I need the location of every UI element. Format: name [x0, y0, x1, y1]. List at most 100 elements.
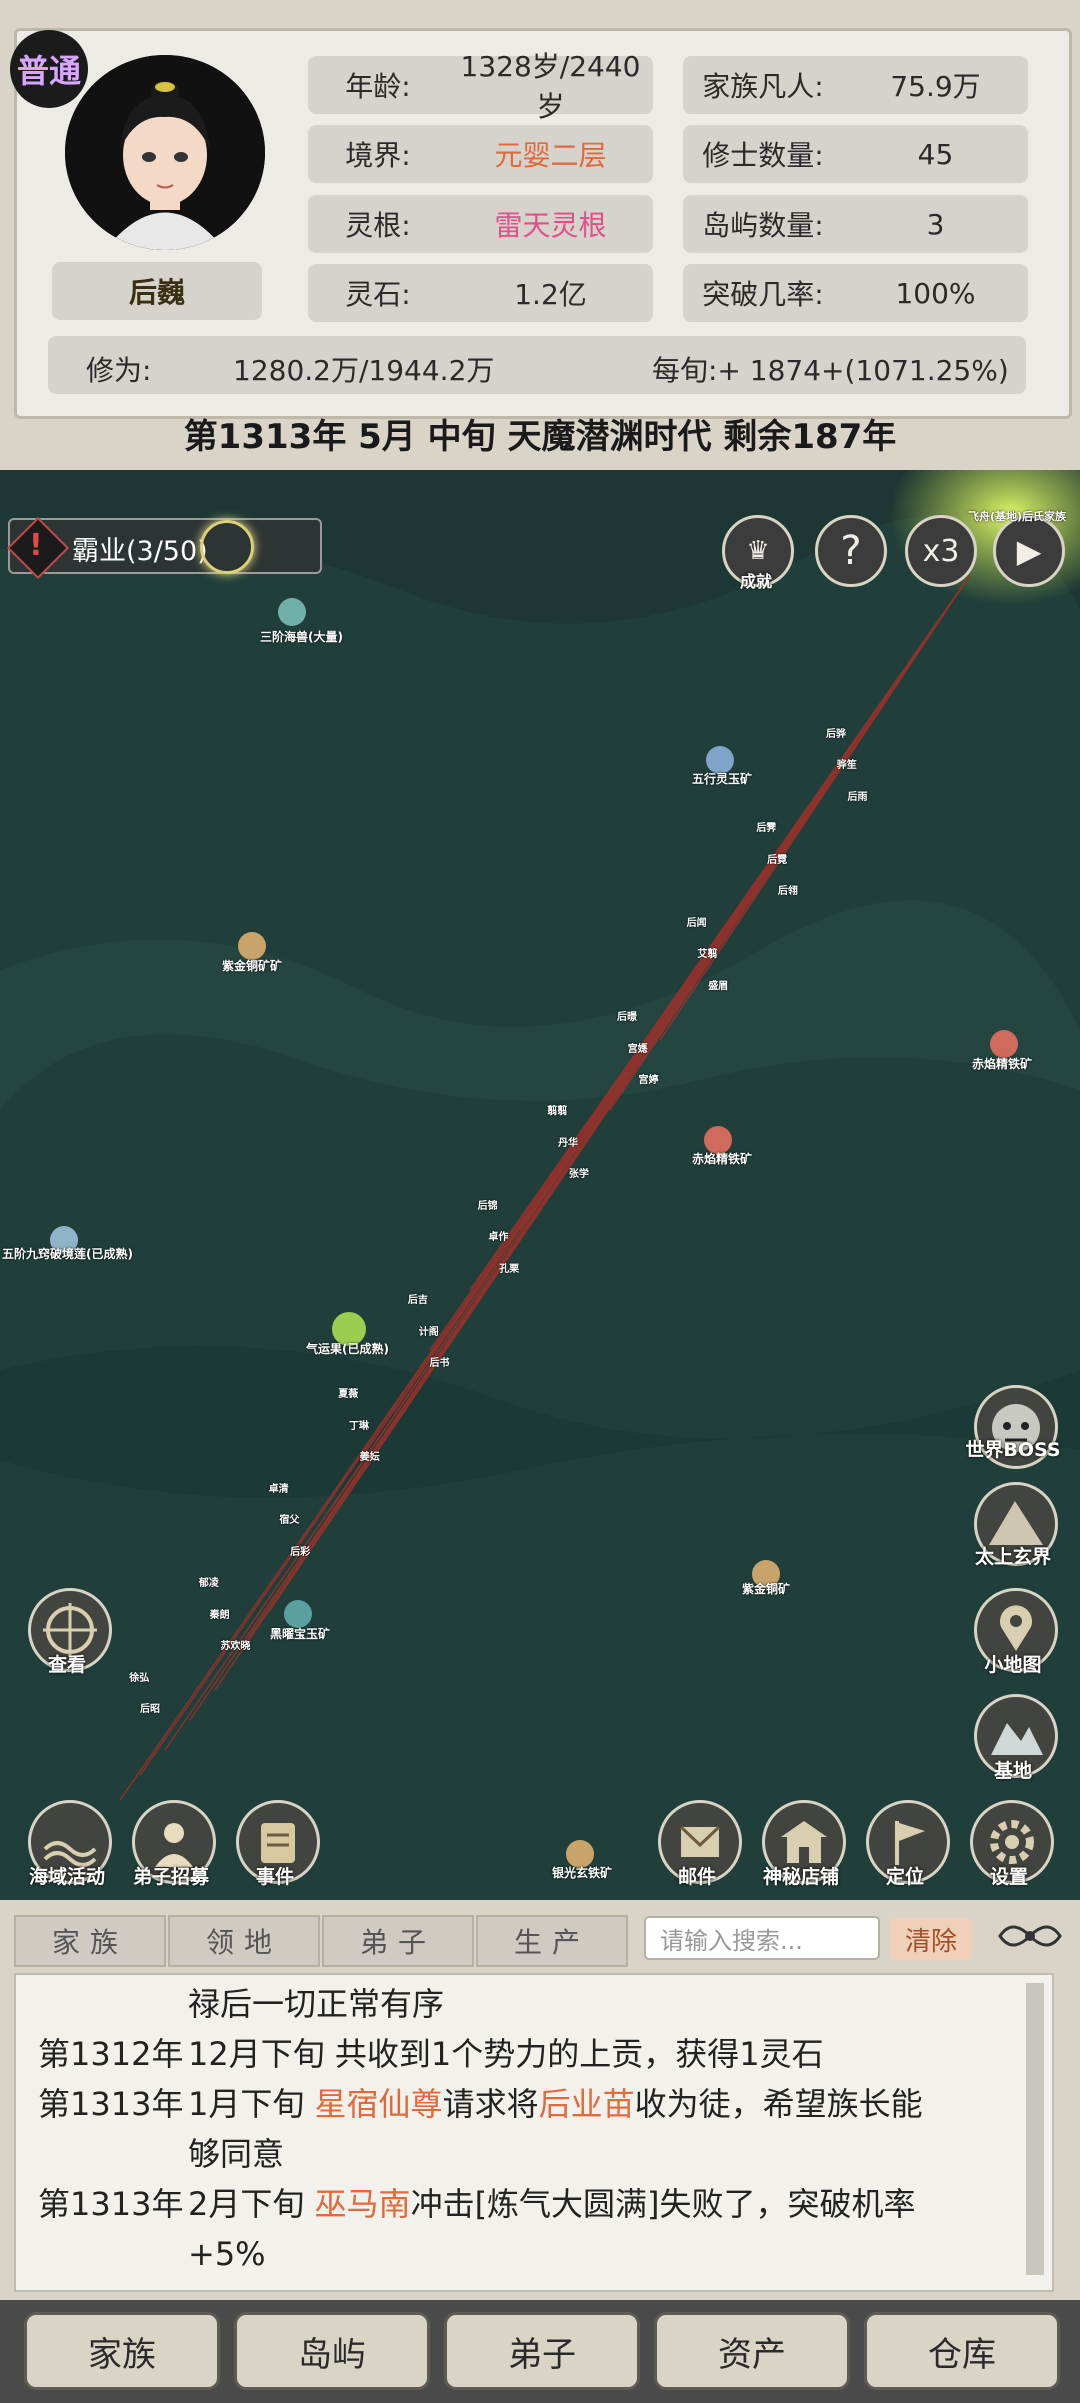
difficulty-badge: 普通: [10, 30, 88, 108]
log-scrollbar[interactable]: [1026, 1983, 1044, 2275]
stat-value: 元婴二层: [494, 139, 607, 172]
achievement-label: 成就: [739, 572, 772, 591]
bottom-label: 弟子招募: [132, 1866, 209, 1888]
bottom-label: 事件: [255, 1866, 294, 1888]
character-name: 后巍: [52, 262, 262, 320]
tab-production[interactable]: 生产: [476, 1915, 628, 1967]
map-node-icon[interactable]: [278, 598, 306, 626]
tab-disciples[interactable]: 弟子: [322, 1915, 474, 1967]
route-label: 翦翦: [547, 1106, 568, 1118]
log-text: 1月下旬: [188, 2085, 315, 2123]
stat-value: 1.2亿: [514, 278, 587, 311]
log-text: 12月下旬 共收到1个势力的上贡，获得1灵石: [188, 2035, 824, 2073]
stat-realm: 境界: 元婴二层: [308, 125, 653, 183]
log-line: 第1313年 1月下旬 星宿仙尊请求将后业苗收为徒，希望族长能: [38, 2079, 923, 2129]
stat-spirit-stone: 灵石: 1.2亿: [308, 264, 653, 322]
stat-value: 45: [917, 137, 954, 171]
search-input[interactable]: 请输入搜索...: [644, 1916, 880, 1960]
map-node-icon[interactable]: [990, 1030, 1018, 1058]
route-label: 后霓: [767, 854, 788, 866]
route-label: 丹华: [558, 1137, 579, 1149]
route-label: 卓作: [488, 1232, 509, 1244]
play-icon: ▶: [1016, 532, 1042, 570]
node-label: 三阶海兽(大量): [260, 630, 343, 644]
speed-icon: x3: [922, 533, 960, 569]
node-label: 紫金铜矿矿: [222, 959, 283, 973]
map-node-icon[interactable]: [238, 932, 266, 960]
view-label: 查看: [47, 1654, 86, 1676]
quest-label: 霸业(3/50): [72, 536, 208, 567]
route-label: 苏欢晓: [220, 1641, 251, 1653]
route-label: 孔栗: [499, 1263, 520, 1275]
node-label: 五行灵玉矿: [692, 772, 753, 786]
log-line: 第1312年 12月下旬 共收到1个势力的上贡，获得1灵石: [38, 2029, 824, 2079]
nav-islands[interactable]: 岛屿: [234, 2312, 430, 2390]
speed-button[interactable]: x3: [905, 515, 977, 587]
stat-label: 年龄:: [345, 70, 411, 103]
play-button[interactable]: ▶: [993, 515, 1065, 587]
route-label: 计阁: [418, 1326, 439, 1338]
stat-label: 修士数量:: [702, 139, 824, 172]
node-label: 紫金铜矿: [742, 1582, 791, 1596]
route-label: 宫婷: [638, 1074, 659, 1086]
nav-warehouse[interactable]: 仓库: [864, 2312, 1060, 2390]
log-highlight: 星宿仙尊: [314, 2085, 443, 2123]
side-label: 太上玄界: [974, 1546, 1051, 1568]
route-label: 后锦: [477, 1200, 498, 1212]
stat-root: 灵根: 雷天灵根: [308, 195, 653, 253]
quest-banner[interactable]: ! 霸业(3/50): [6, 516, 322, 580]
achievement-icon: ♛: [746, 536, 770, 566]
tap-hint-icon: [200, 520, 254, 574]
log-text: 冲击[炼气大圆满]失败了，突破机率: [410, 2185, 916, 2223]
node-label: 赤焰精铁矿: [692, 1152, 753, 1166]
route-label: 后雨: [847, 791, 868, 803]
stat-cultivators: 修士数量: 45: [683, 125, 1028, 183]
stat-value: 雷天灵根: [494, 209, 607, 242]
world-map[interactable]: ! 霸业(3/50) ♛ 成就 ? x3 ▶ 飞舟(基地)后氏家族 三阶海兽(大…: [0, 470, 1080, 1900]
route-label: 后暻: [616, 1012, 637, 1024]
route-label: 卓清: [268, 1483, 289, 1495]
per-tick-gain: 每旬:+ 1874+(1071.25%): [652, 354, 1009, 387]
game-date: 第1313年 5月 中旬 天魔潜渊时代 剩余187年: [183, 417, 897, 457]
help-button[interactable]: ?: [815, 515, 887, 587]
map-node-icon[interactable]: [284, 1600, 312, 1628]
nav-disciples[interactable]: 弟子: [444, 2312, 640, 2390]
log-text: 请求将: [442, 2085, 539, 2123]
route-label: 后翎: [777, 886, 798, 898]
route-label: 秦朗: [209, 1609, 230, 1621]
stat-value: 100%: [895, 276, 976, 310]
clear-button[interactable]: 清除: [890, 1918, 972, 1960]
tab-territory[interactable]: 领地: [168, 1915, 320, 1967]
nav-family[interactable]: 家族: [24, 2312, 220, 2390]
route-label: 丁琳: [349, 1420, 370, 1432]
filter-icon[interactable]: [992, 1914, 1068, 1958]
route-label: 张学: [568, 1169, 589, 1181]
stat-label: 突破几率:: [702, 278, 824, 311]
log-text: 2月下旬: [188, 2185, 315, 2223]
help-icon: ?: [840, 528, 862, 574]
avatar[interactable]: [65, 55, 265, 250]
cultivation-label: 修为:: [86, 354, 152, 387]
log-line: 够同意: [38, 2129, 284, 2179]
map-background: [0, 470, 1080, 1801]
node-label: 赤焰精铁矿: [972, 1057, 1033, 1071]
node-label: 五阶九窍破境莲(已成熟): [2, 1247, 133, 1261]
nav-assets[interactable]: 资产: [654, 2312, 850, 2390]
tab-family[interactable]: 家族: [14, 1915, 166, 1967]
cultivation-bar: 修为: 1280.2万/1944.2万 每旬:+ 1874+(1071.25%): [48, 336, 1026, 394]
route-label: 后骅: [826, 729, 846, 740]
log-text: 收为徒，希望族长能: [634, 2085, 923, 2123]
side-label: 世界BOSS: [965, 1439, 1061, 1461]
stat-islands: 岛屿数量: 3: [683, 195, 1028, 253]
log-highlight: 巫马南: [314, 2185, 411, 2223]
stat-value: 75.9万: [890, 70, 981, 103]
log-highlight: 后业苗: [538, 2085, 635, 2123]
bottom-label: 海域活动: [28, 1866, 105, 1888]
route-label: 后吉: [407, 1295, 428, 1307]
node-label: 气运果(已成熟): [306, 1342, 389, 1356]
node-label: 银光玄铁矿: [552, 1866, 613, 1880]
route-label: 后霁: [756, 823, 777, 835]
event-log: 禄后一切正常有序 第1312年 12月下旬 共收到1个势力的上贡，获得1灵石 第131…: [14, 1973, 1054, 2292]
route-label: 后闻: [686, 917, 707, 929]
stat-age: 年龄: 1328岁/2440岁: [308, 50, 653, 123]
